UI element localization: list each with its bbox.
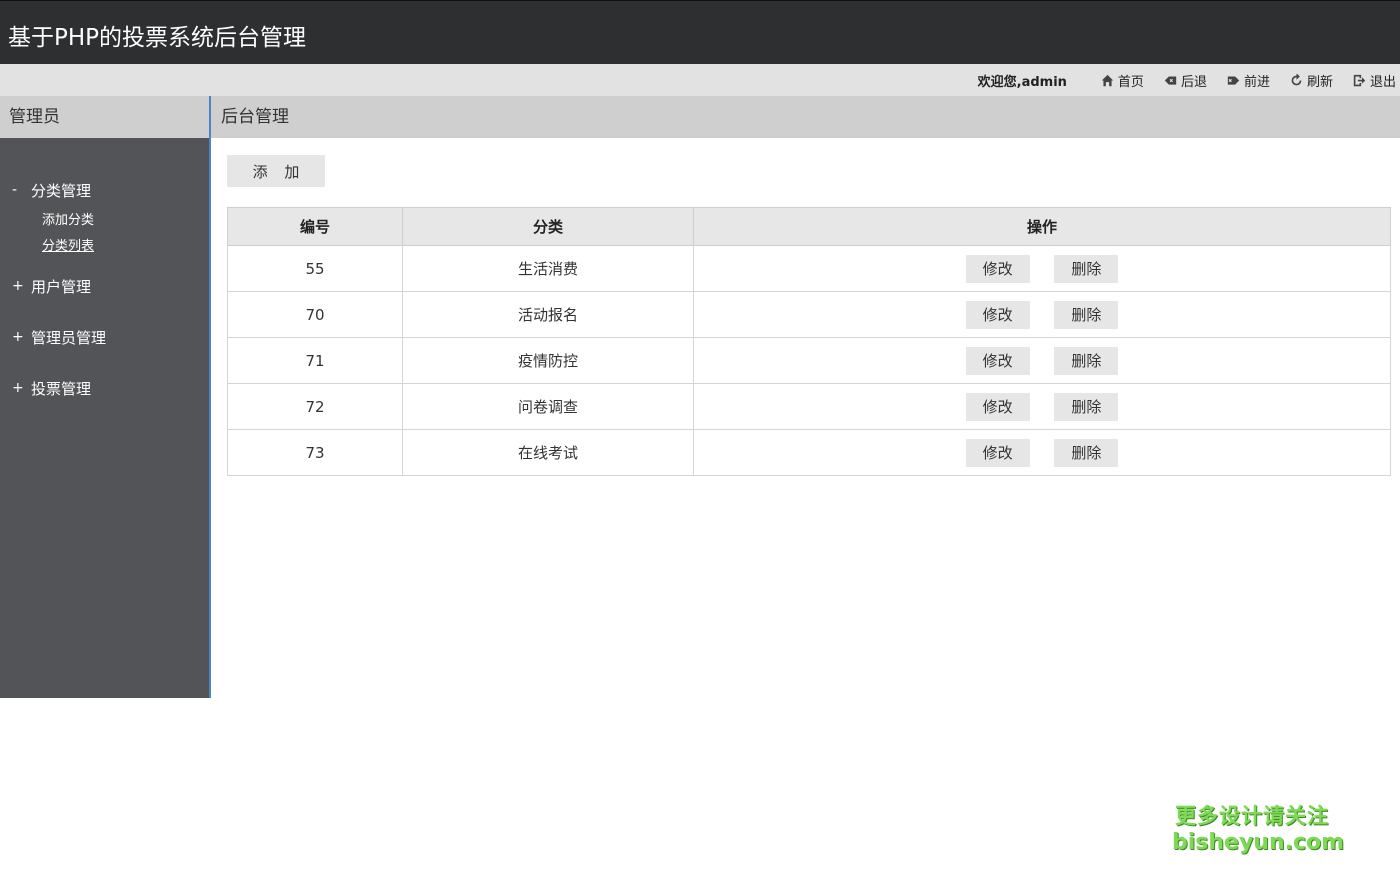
home-icon [1101, 74, 1114, 86]
cell-actions: 修改 删除 [693, 383, 1391, 430]
nav-forward-link[interactable]: 前进 [1227, 71, 1270, 90]
watermark-line1: 更多设计请关注 [1175, 804, 1329, 828]
cell-category: 生活消费 [402, 245, 694, 292]
menu-admin-management[interactable]: + 管理员管理 [0, 325, 209, 349]
cell-actions: 修改 删除 [693, 429, 1391, 476]
menu-category-label: 分类管理 [31, 181, 92, 200]
menu-group-category: - 分类管理 添加分类 分类列表 [0, 178, 209, 274]
menu-vote-management[interactable]: + 投票管理 [0, 376, 209, 400]
top-nav: 欢迎您,admin 首页 后退 前进 刷新 退出 [978, 64, 1396, 96]
delete-button[interactable]: 删除 [1054, 300, 1119, 329]
table-row: 71 疫情防控 修改 删除 [227, 337, 1391, 384]
sidebar-divider [209, 96, 211, 698]
cell-category: 在线考试 [402, 429, 694, 476]
delete-button[interactable]: 删除 [1054, 392, 1119, 421]
edit-button[interactable]: 修改 [965, 300, 1030, 329]
watermark: 更多设计请关注 bisheyun.com [1172, 800, 1345, 855]
nav-home-link[interactable]: 首页 [1101, 71, 1144, 90]
cell-id: 73 [227, 429, 403, 476]
forward-icon [1227, 75, 1240, 85]
cell-category: 问卷调查 [402, 383, 694, 430]
edit-button[interactable]: 修改 [965, 346, 1030, 375]
menu-user-management[interactable]: + 用户管理 [0, 274, 209, 298]
nav-back-link[interactable]: 后退 [1164, 71, 1207, 90]
table-row: 55 生活消费 修改 删除 [227, 245, 1391, 292]
cell-actions: 修改 删除 [693, 291, 1391, 338]
nav-forward-label: 前进 [1243, 74, 1270, 90]
sidebar-menu: - 分类管理 添加分类 分类列表 + 用户管理 + 管理员管理 + 投票管理 [0, 138, 209, 400]
delete-button[interactable]: 删除 [1054, 438, 1119, 467]
cell-category: 活动报名 [402, 291, 694, 338]
delete-button[interactable]: 删除 [1054, 346, 1119, 375]
menu-admin-label: 管理员管理 [31, 328, 107, 347]
cell-actions: 修改 删除 [693, 245, 1391, 292]
header-actions: 操作 [693, 207, 1391, 246]
table-row: 72 问卷调查 修改 删除 [227, 383, 1391, 430]
menu-group-user: + 用户管理 [0, 274, 209, 298]
app-title: 基于PHP的投票系统后台管理 [8, 25, 307, 51]
table-row: 70 活动报名 修改 删除 [227, 291, 1391, 338]
cell-id: 70 [227, 291, 403, 338]
table-row: 73 在线考试 修改 删除 [227, 429, 1391, 476]
menu-user-label: 用户管理 [31, 277, 92, 296]
refresh-icon [1291, 73, 1302, 85]
header-category: 分类 [402, 207, 694, 246]
category-submenu: 添加分类 分类列表 [0, 202, 209, 274]
nav-refresh-label: 刷新 [1306, 74, 1333, 90]
cell-id: 71 [227, 337, 403, 384]
top-nav-bar: 欢迎您,admin 首页 后退 前进 刷新 退出 [0, 64, 1400, 96]
menu-group-vote: + 投票管理 [0, 376, 209, 400]
cell-id: 55 [227, 245, 403, 292]
header-id: 编号 [227, 207, 403, 246]
nav-refresh-link[interactable]: 刷新 [1290, 71, 1333, 90]
nav-logout-link[interactable]: 退出 [1353, 71, 1396, 90]
table-header-row: 编号 分类 操作 [227, 207, 1391, 246]
edit-button[interactable]: 修改 [965, 254, 1030, 283]
edit-button[interactable]: 修改 [965, 392, 1030, 421]
menu-group-admin: + 管理员管理 [0, 325, 209, 349]
sidebar-title: 管理员 [0, 96, 209, 138]
menu-vote-label: 投票管理 [31, 379, 92, 398]
nav-back-label: 后退 [1180, 74, 1207, 90]
add-button[interactable]: 添 加 [227, 155, 325, 187]
expand-toggle-icon: + [12, 278, 24, 294]
app-header: 基于PHP的投票系统后台管理 [0, 0, 1400, 64]
submenu-add-category[interactable]: 添加分类 [42, 208, 209, 234]
expand-toggle-icon: + [12, 380, 24, 396]
collapse-toggle-icon: - [12, 182, 18, 198]
nav-home-label: 首页 [1117, 74, 1144, 90]
welcome-text: 欢迎您,admin [977, 74, 1067, 90]
expand-toggle-icon: + [12, 329, 24, 345]
menu-category-management[interactable]: - 分类管理 [0, 178, 209, 202]
nav-logout-label: 退出 [1369, 74, 1396, 90]
back-icon [1164, 75, 1177, 85]
cell-id: 72 [227, 383, 403, 430]
edit-button[interactable]: 修改 [965, 438, 1030, 467]
main-title: 后台管理 [211, 96, 1400, 138]
logout-icon [1353, 74, 1366, 86]
cell-category: 疫情防控 [402, 337, 694, 384]
submenu-category-list[interactable]: 分类列表 [42, 234, 209, 260]
delete-button[interactable]: 删除 [1054, 254, 1119, 283]
sidebar: 管理员 - 分类管理 添加分类 分类列表 + 用户管理 + 管理员管理 + 投票… [0, 96, 209, 698]
watermark-line2: bisheyun.com [1172, 830, 1345, 855]
category-table: 编号 分类 操作 55 生活消费 修改 删除 70 活动报名 修改 删除 71 … [227, 207, 1391, 476]
cell-actions: 修改 删除 [693, 337, 1391, 384]
